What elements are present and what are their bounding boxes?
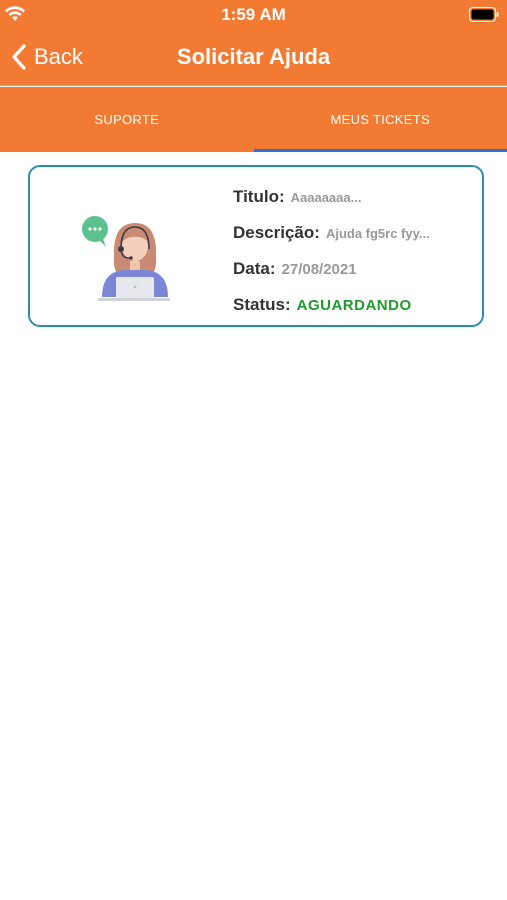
ticket-card[interactable]: Titulo: Aaaaaaaa... Descrição: Ajuda fg5… <box>28 165 484 327</box>
data-value: 27/08/2021 <box>281 260 357 278</box>
status-time: 1:59 AM <box>221 5 286 24</box>
ticket-date-row: Data: 27/08/2021 <box>233 251 472 287</box>
status-badge: AGUARDANDO <box>296 296 412 314</box>
page-title: Solicitar Ajuda <box>176 44 331 69</box>
tab-suporte[interactable]: SUPORTE <box>0 87 254 152</box>
ticket-status-row: Status: AGUARDANDO <box>233 287 472 323</box>
titulo-value: Aaaaaaaa... <box>290 189 362 205</box>
data-label: Data: <box>233 259 276 278</box>
tab-meus-tickets[interactable]: MEUS TICKETS <box>253 87 507 152</box>
descricao-value: Ajuda fg5rc fyy... <box>325 225 430 241</box>
navigation-bar: Back Solicitar Ajuda <box>0 30 507 86</box>
ticket-details: Titulo: Aaaaaaaa... Descrição: Ajuda fg5… <box>233 179 472 323</box>
tab-bar: SUPORTE MEUS TICKETS <box>0 87 507 152</box>
battery-icon <box>469 7 499 22</box>
ticket-title-row: Titulo: Aaaaaaaa... <box>233 179 472 215</box>
descricao-label: Descrição: <box>233 223 320 242</box>
status-bar: 1:59 AM <box>0 0 507 30</box>
status-label: Status: <box>233 295 291 314</box>
support-agent-icon <box>82 216 170 301</box>
ticket-description-row: Descrição: Ajuda fg5rc fyy... <box>233 215 472 251</box>
titulo-label: Titulo: <box>233 187 285 206</box>
